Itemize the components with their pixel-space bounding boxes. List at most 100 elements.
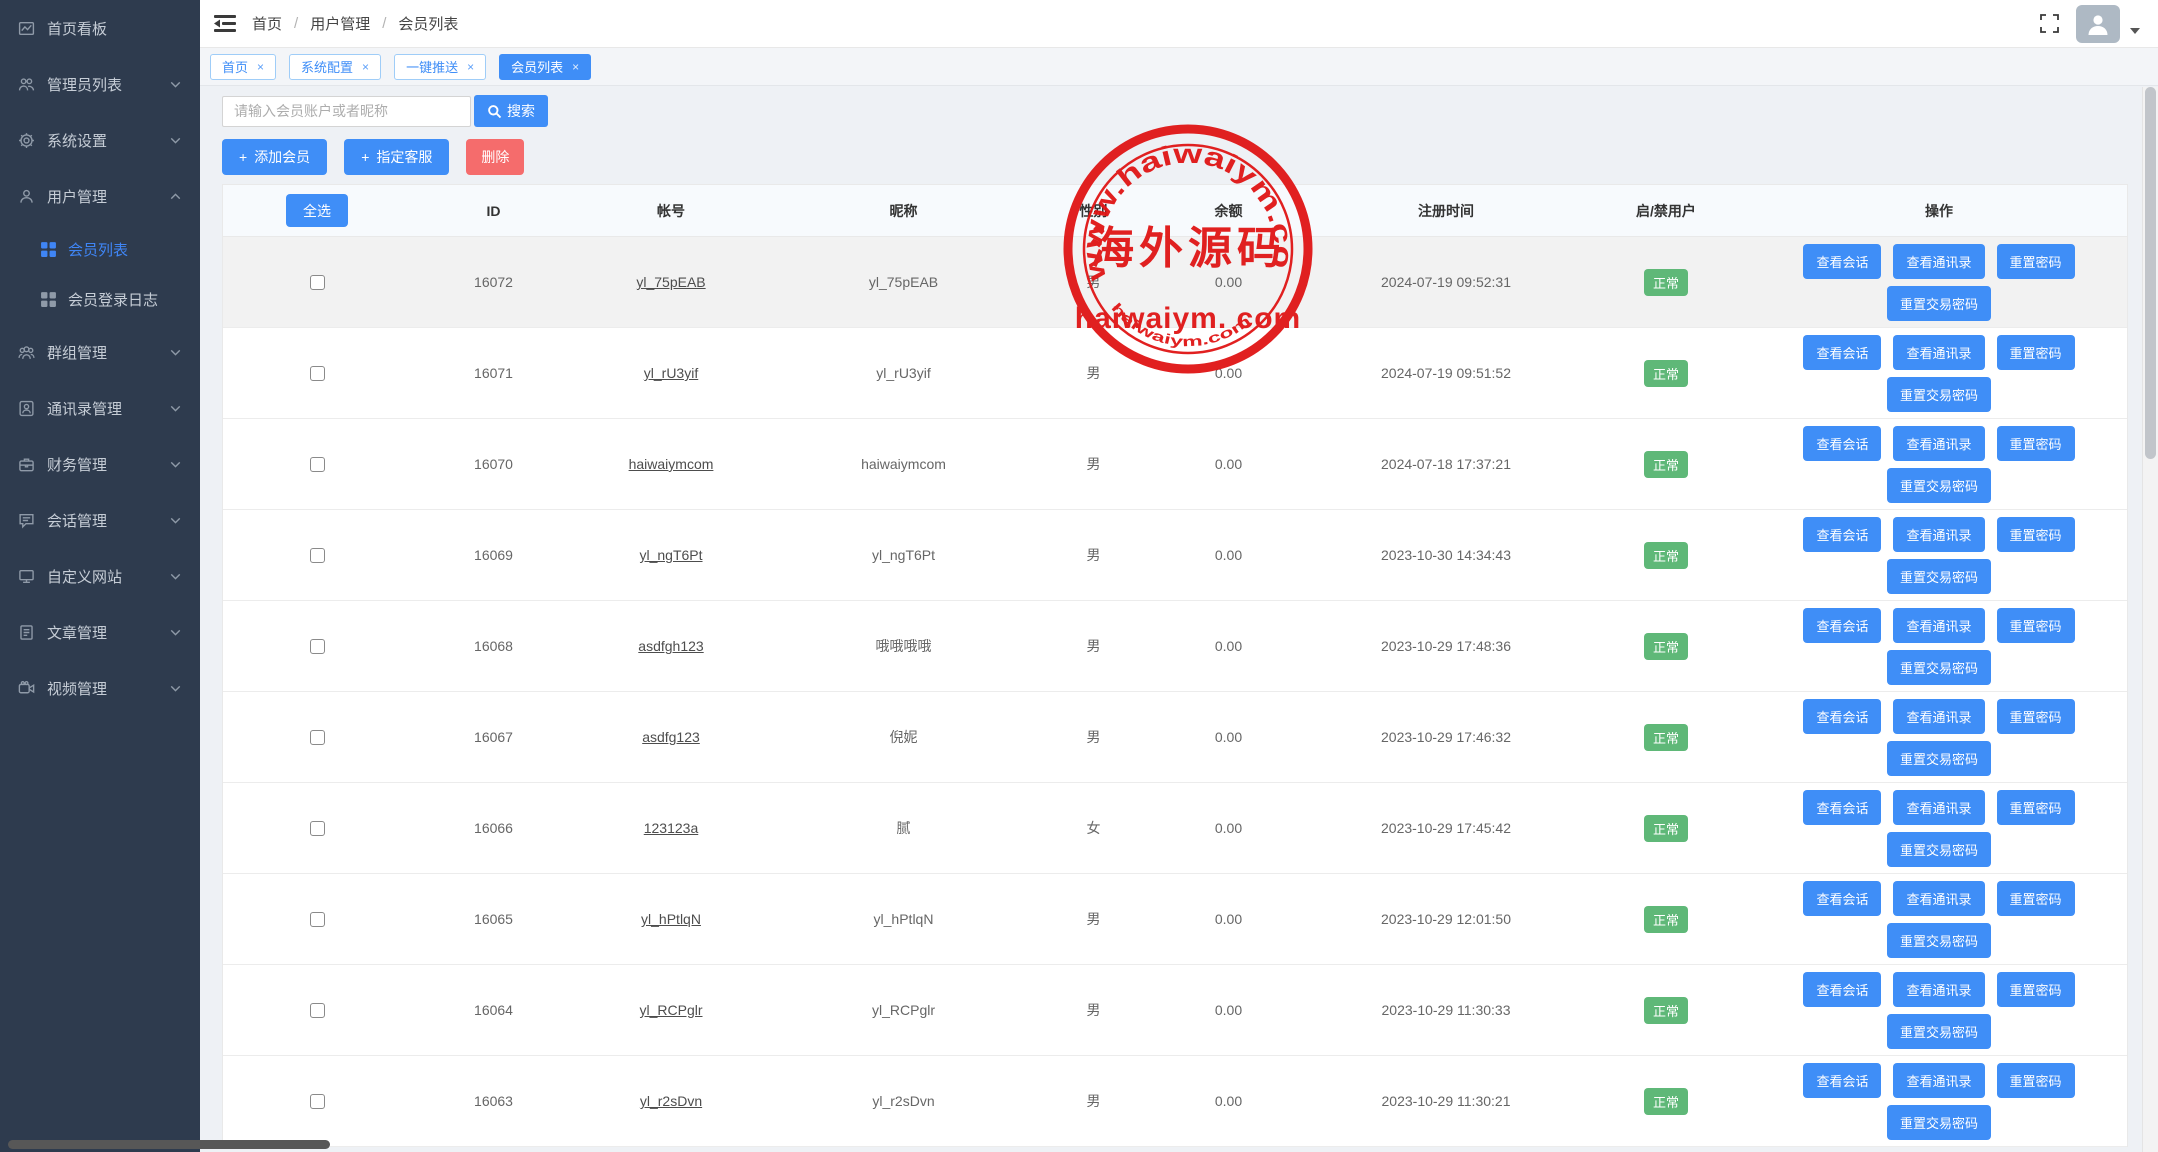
reset-password-button[interactable]: 重置密码 bbox=[1997, 426, 2075, 461]
reset-password-button[interactable]: 重置密码 bbox=[1997, 517, 2075, 552]
avatar[interactable] bbox=[2076, 5, 2120, 43]
view-session-button[interactable]: 查看会话 bbox=[1803, 790, 1881, 825]
vertical-scrollbar-thumb[interactable] bbox=[2145, 87, 2156, 459]
reset-password-button[interactable]: 重置密码 bbox=[1997, 335, 2075, 370]
row-checkbox[interactable] bbox=[310, 275, 325, 290]
sidebar-item-4[interactable]: 群组管理 bbox=[0, 324, 200, 380]
account-link[interactable]: yl_hPtlqN bbox=[641, 911, 701, 927]
account-link[interactable]: yl_75pEAB bbox=[636, 274, 705, 290]
view-contacts-button[interactable]: 查看通讯录 bbox=[1893, 608, 1984, 643]
sidebar-item-7[interactable]: 会话管理 bbox=[0, 492, 200, 548]
reset-trade-password-button[interactable]: 重置交易密码 bbox=[1887, 286, 1991, 321]
row-checkbox[interactable] bbox=[310, 366, 325, 381]
reset-trade-password-button[interactable]: 重置交易密码 bbox=[1887, 1105, 1991, 1140]
delete-button[interactable]: 删除 bbox=[466, 139, 524, 175]
row-checkbox[interactable] bbox=[310, 912, 325, 927]
view-session-button[interactable]: 查看会话 bbox=[1803, 1063, 1881, 1098]
reset-password-button[interactable]: 重置密码 bbox=[1997, 881, 2075, 916]
sidebar-item-9[interactable]: 文章管理 bbox=[0, 604, 200, 660]
view-session-button[interactable]: 查看会话 bbox=[1803, 972, 1881, 1007]
sidebar-item-1[interactable]: 管理员列表 bbox=[0, 56, 200, 112]
tab-close-icon[interactable]: × bbox=[257, 60, 264, 74]
row-checkbox[interactable] bbox=[310, 548, 325, 563]
sidebar-item-5[interactable]: 通讯录管理 bbox=[0, 380, 200, 436]
view-session-button[interactable]: 查看会话 bbox=[1803, 335, 1881, 370]
reset-password-button[interactable]: 重置密码 bbox=[1997, 1063, 2075, 1098]
row-checkbox[interactable] bbox=[310, 821, 325, 836]
breadcrumb-item[interactable]: 用户管理 bbox=[310, 13, 370, 34]
view-contacts-button[interactable]: 查看通讯录 bbox=[1893, 699, 1984, 734]
select-all-button[interactable]: 全选 bbox=[286, 194, 348, 227]
reset-trade-password-button[interactable]: 重置交易密码 bbox=[1887, 741, 1991, 776]
row-checkbox[interactable] bbox=[310, 1003, 325, 1018]
reset-trade-password-button[interactable]: 重置交易密码 bbox=[1887, 650, 1991, 685]
sidebar-item-0[interactable]: 首页看板 bbox=[0, 0, 200, 56]
view-contacts-button[interactable]: 查看通讯录 bbox=[1893, 881, 1984, 916]
reset-trade-password-button[interactable]: 重置交易密码 bbox=[1887, 923, 1991, 958]
account-link[interactable]: yl_RCPglr bbox=[639, 1002, 702, 1018]
breadcrumb-item[interactable]: 会员列表 bbox=[398, 13, 458, 34]
tab-0[interactable]: 首页× bbox=[210, 54, 276, 80]
add-member-button[interactable]: + 添加会员 bbox=[222, 139, 327, 175]
reset-trade-password-button[interactable]: 重置交易密码 bbox=[1887, 1014, 1991, 1049]
account-link[interactable]: haiwaiymcom bbox=[629, 456, 714, 472]
account-link[interactable]: 123123a bbox=[644, 820, 699, 836]
sidebar-item-8[interactable]: 自定义网站 bbox=[0, 548, 200, 604]
view-session-button[interactable]: 查看会话 bbox=[1803, 699, 1881, 734]
search-button[interactable]: 搜索 bbox=[474, 95, 548, 127]
view-contacts-button[interactable]: 查看通讯录 bbox=[1893, 335, 1984, 370]
search-input[interactable] bbox=[222, 96, 471, 127]
sidebar-item-6[interactable]: 财务管理 bbox=[0, 436, 200, 492]
view-session-button[interactable]: 查看会话 bbox=[1803, 244, 1881, 279]
sidebar-subitem-3-0[interactable]: 会员列表 bbox=[0, 224, 200, 274]
tab-close-icon[interactable]: × bbox=[362, 60, 369, 74]
view-contacts-button[interactable]: 查看通讯录 bbox=[1893, 790, 1984, 825]
view-session-button[interactable]: 查看会话 bbox=[1803, 517, 1881, 552]
reset-trade-password-button[interactable]: 重置交易密码 bbox=[1887, 832, 1991, 867]
breadcrumb-item[interactable]: 首页 bbox=[252, 13, 282, 34]
status-badge: 正常 bbox=[1644, 724, 1688, 751]
reset-trade-password-button[interactable]: 重置交易密码 bbox=[1887, 377, 1991, 412]
row-gender: 女 bbox=[1041, 818, 1146, 838]
sidebar-collapse-icon[interactable] bbox=[214, 14, 236, 33]
user-menu-caret-icon[interactable] bbox=[2130, 28, 2140, 34]
account-link[interactable]: asdfgh123 bbox=[638, 638, 703, 654]
view-contacts-button[interactable]: 查看通讯录 bbox=[1893, 517, 1984, 552]
row-checkbox[interactable] bbox=[310, 639, 325, 654]
view-contacts-button[interactable]: 查看通讯录 bbox=[1893, 426, 1984, 461]
sidebar-item-10[interactable]: 视频管理 bbox=[0, 660, 200, 716]
view-session-button[interactable]: 查看会话 bbox=[1803, 608, 1881, 643]
account-link[interactable]: asdfg123 bbox=[642, 729, 700, 745]
account-link[interactable]: yl_ngT6Pt bbox=[639, 547, 702, 563]
reset-password-button[interactable]: 重置密码 bbox=[1997, 790, 2075, 825]
tab-3[interactable]: 会员列表× bbox=[499, 54, 591, 80]
reset-trade-password-button[interactable]: 重置交易密码 bbox=[1887, 559, 1991, 594]
account-link[interactable]: yl_r2sDvn bbox=[640, 1093, 702, 1109]
view-contacts-button[interactable]: 查看通讯录 bbox=[1893, 972, 1984, 1007]
reset-password-button[interactable]: 重置密码 bbox=[1997, 244, 2075, 279]
reset-password-button[interactable]: 重置密码 bbox=[1997, 972, 2075, 1007]
view-contacts-button[interactable]: 查看通讯录 bbox=[1893, 244, 1984, 279]
reset-password-button[interactable]: 重置密码 bbox=[1997, 608, 2075, 643]
vertical-scrollbar[interactable] bbox=[2142, 87, 2158, 1152]
row-checkbox[interactable] bbox=[310, 457, 325, 472]
horizontal-scrollbar-thumb[interactable] bbox=[8, 1140, 330, 1149]
tab-close-icon[interactable]: × bbox=[572, 60, 579, 74]
account-link[interactable]: yl_rU3yif bbox=[644, 365, 698, 381]
fullscreen-icon[interactable] bbox=[2039, 13, 2060, 34]
sidebar-subitem-3-1[interactable]: 会员登录日志 bbox=[0, 274, 200, 324]
row-checkbox[interactable] bbox=[310, 730, 325, 745]
reset-trade-password-button[interactable]: 重置交易密码 bbox=[1887, 468, 1991, 503]
tab-2[interactable]: 一键推送× bbox=[394, 54, 486, 80]
sidebar-item-3[interactable]: 用户管理 bbox=[0, 168, 200, 224]
row-checkbox[interactable] bbox=[310, 1094, 325, 1109]
assign-service-button[interactable]: + 指定客服 bbox=[344, 139, 449, 175]
reset-password-button[interactable]: 重置密码 bbox=[1997, 699, 2075, 734]
tab-close-icon[interactable]: × bbox=[467, 60, 474, 74]
view-session-button[interactable]: 查看会话 bbox=[1803, 426, 1881, 461]
tab-1[interactable]: 系统配置× bbox=[289, 54, 381, 80]
view-session-button[interactable]: 查看会话 bbox=[1803, 881, 1881, 916]
plus-icon: + bbox=[239, 149, 247, 165]
sidebar-item-2[interactable]: 系统设置 bbox=[0, 112, 200, 168]
view-contacts-button[interactable]: 查看通讯录 bbox=[1893, 1063, 1984, 1098]
